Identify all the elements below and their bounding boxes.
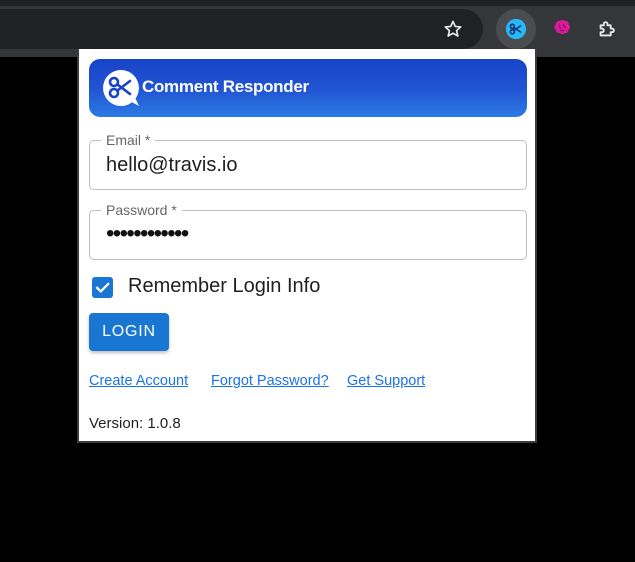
brain-icon (554, 19, 570, 35)
app-title: Comment Responder (142, 77, 309, 96)
password-field[interactable]: Password * •••••••••••• (89, 201, 527, 260)
star-icon (444, 20, 462, 37)
extension-popup: Comment Responder Email * hello@travis.i… (77, 49, 537, 443)
get-support-link[interactable]: Get Support (347, 373, 425, 389)
email-field[interactable]: Email * hello@travis.io (89, 131, 527, 190)
checkmark-icon (95, 282, 110, 293)
password-value[interactable]: •••••••••••• (106, 220, 189, 248)
login-button[interactable]: LOGIN (89, 313, 169, 351)
password-label: Password * (101, 201, 182, 219)
comment-responder-extension-button[interactable] (496, 9, 536, 49)
scissors-chat-logo (103, 70, 139, 106)
forgot-password-link[interactable]: Forgot Password? (211, 373, 329, 389)
version-text: Version: 1.0.8 (89, 415, 181, 432)
tab-strip (0, 0, 635, 6)
email-value[interactable]: hello@travis.io (106, 154, 237, 177)
email-label: Email * (101, 131, 156, 149)
scissors-chat-icon (505, 18, 527, 40)
bookmark-star-button[interactable] (436, 12, 470, 46)
remember-login-checkbox[interactable] (92, 277, 113, 298)
address-bar[interactable] (0, 9, 483, 49)
brain-extension-button[interactable] (542, 9, 582, 49)
popup-banner: Comment Responder (89, 59, 527, 117)
extensions-menu-button[interactable] (587, 9, 627, 49)
create-account-link[interactable]: Create Account (89, 373, 188, 389)
puzzle-icon (599, 21, 615, 37)
remember-login-label[interactable]: Remember Login Info (128, 275, 320, 298)
